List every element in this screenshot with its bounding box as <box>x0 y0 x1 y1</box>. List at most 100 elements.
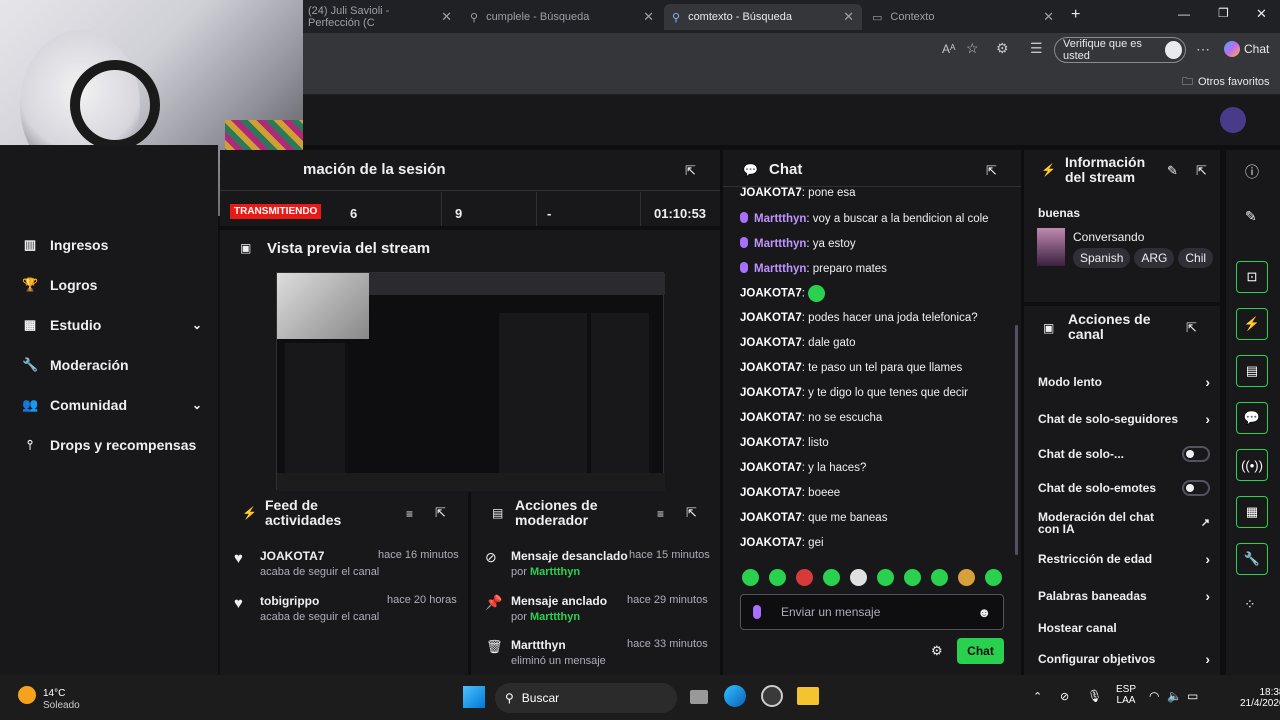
task-view-icon[interactable] <box>690 690 708 704</box>
close-icon[interactable]: ✕ <box>643 9 654 25</box>
stream-preview-video[interactable] <box>276 272 665 491</box>
minimize-icon[interactable]: — <box>1178 7 1190 21</box>
pencil-icon[interactable]: ✎ <box>1245 208 1257 225</box>
tag[interactable]: ARG <box>1134 248 1175 268</box>
more-icon[interactable]: ⋯ <box>1196 41 1210 58</box>
browser-tab-active[interactable]: ⚲ comtexto - Búsqueda ✕ <box>664 4 862 30</box>
action-subs-only[interactable]: Chat de solo-... <box>1038 445 1210 462</box>
nav-estudio[interactable]: ▦ Estudio ⌄ <box>22 315 202 335</box>
emote-icon[interactable] <box>904 569 921 586</box>
action-emotes-only[interactable]: Chat de solo-emotes <box>1038 479 1210 496</box>
lightning-icon[interactable]: ⚡ <box>1236 308 1268 340</box>
popout-icon[interactable]: ⇱ <box>686 505 697 521</box>
emote-icon[interactable] <box>796 569 813 586</box>
verify-button[interactable]: Verifique que es usted <box>1054 37 1186 63</box>
chat-username[interactable]: JOAKOTA7 <box>740 362 802 374</box>
chat-username[interactable]: JOAKOTA7 <box>740 387 802 399</box>
battery-icon[interactable]: ▭ <box>1187 689 1198 703</box>
wifi-icon[interactable]: ◠ <box>1149 689 1159 703</box>
read-aloud-icon[interactable]: Aᴬ <box>942 42 955 56</box>
notes-icon[interactable]: ▤ <box>1236 355 1268 387</box>
nav-drops[interactable]: ⫯ Drops y recompensas <box>22 435 202 455</box>
new-tab-icon[interactable]: + <box>1071 6 1080 24</box>
layout-icon[interactable]: ▦ <box>1236 496 1268 528</box>
network-off-icon[interactable]: ⊘ <box>1060 690 1069 703</box>
weather-desc[interactable]: Soleado <box>43 700 80 711</box>
favorites-icon[interactable]: ☰ <box>1030 40 1043 57</box>
chat-username[interactable]: Marttthyn <box>754 263 806 275</box>
popout-icon[interactable]: ⇱ <box>685 163 696 179</box>
nav-comunidad[interactable]: 👥 Comunidad ⌄ <box>22 395 202 415</box>
maximize-icon[interactable]: ❐ <box>1218 6 1229 20</box>
edge-icon[interactable] <box>724 685 746 707</box>
extensions-icon[interactable]: ⚙ <box>996 40 1009 57</box>
close-icon[interactable]: ✕ <box>843 9 854 25</box>
browser-tab[interactable]: (24) Juli Savioli - Perfección (C ✕ <box>300 4 460 30</box>
chat-username[interactable]: JOAKOTA7 <box>740 187 802 199</box>
broadcast-icon[interactable]: ((•)) <box>1236 449 1268 481</box>
chat-username[interactable]: JOAKOTA7 <box>740 412 802 424</box>
file-explorer-icon[interactable] <box>797 687 819 705</box>
mod-by-user[interactable]: Marttthyn <box>530 566 580 578</box>
clock[interactable]: 18:3821/4/2026 <box>1240 687 1280 709</box>
app-icon[interactable] <box>761 685 783 707</box>
chat-username[interactable]: JOAKOTA7 <box>740 512 802 524</box>
stream-category[interactable]: Conversando <box>1073 230 1144 244</box>
language-indicator[interactable]: ESP LAA <box>1116 684 1136 706</box>
action-ai-moderation[interactable]: Moderación del chat con IA ↗ <box>1038 509 1210 537</box>
chat-input[interactable]: Enviar un mensaje ☻ <box>740 594 1004 630</box>
taskbar-search[interactable]: ⚲ Buscar <box>495 683 677 713</box>
filter-icon[interactable]: ≡ <box>406 507 413 521</box>
user-avatar[interactable] <box>1220 107 1246 133</box>
chat-username[interactable]: JOAKOTA7 <box>740 337 802 349</box>
filter-icon[interactable]: ≡ <box>657 507 664 521</box>
weather-temp[interactable]: 14°C <box>43 688 65 699</box>
close-icon[interactable]: ✕ <box>441 9 452 25</box>
copilot-chat-button[interactable]: Chat <box>1224 41 1269 57</box>
nav-logros[interactable]: 🏆 Logros <box>22 275 202 295</box>
browser-tab[interactable]: ⚲ cumplele - Búsqueda ✕ <box>462 4 662 30</box>
chat-username[interactable]: JOAKOTA7 <box>740 312 802 324</box>
emote-icon[interactable] <box>877 569 894 586</box>
popout-icon[interactable]: ⇱ <box>1186 320 1197 336</box>
action-age-restriction[interactable]: Restricción de edad › <box>1038 550 1210 567</box>
wrench-icon[interactable]: 🔧 <box>1236 543 1268 575</box>
nav-ingresos[interactable]: ▥ Ingresos <box>22 235 202 255</box>
chat-username[interactable]: Marttthyn <box>754 213 806 225</box>
emote-icon[interactable] <box>985 569 1002 586</box>
close-icon[interactable]: ✕ <box>1043 9 1054 25</box>
chat-username[interactable]: JOAKOTA7 <box>740 487 802 499</box>
popout-icon[interactable]: ⇱ <box>986 163 997 179</box>
chat-username[interactable]: JOAKOTA7 <box>740 437 802 449</box>
chat-username[interactable]: JOAKOTA7 <box>740 537 802 549</box>
mic-tray-icon[interactable]: 🎙 <box>1087 689 1102 703</box>
info-icon[interactable]: ⓘ <box>1245 162 1259 182</box>
toggle-switch[interactable] <box>1182 445 1210 462</box>
action-followers-only[interactable]: Chat de solo-seguidores › <box>1038 410 1210 427</box>
chat-send-button[interactable]: Chat <box>957 638 1004 664</box>
pencil-icon[interactable]: ✎ <box>1167 163 1178 179</box>
windows-start-icon[interactable] <box>463 686 485 708</box>
action-banned-words[interactable]: Palabras baneadas › <box>1038 587 1210 604</box>
chat-icon[interactable]: 💬 <box>1236 402 1268 434</box>
settings-gear-icon[interactable]: ⚙ <box>931 643 943 659</box>
emote-icon[interactable] <box>823 569 840 586</box>
chat-username[interactable]: Marttthyn <box>754 238 806 250</box>
emote-icon[interactable] <box>769 569 786 586</box>
star-icon[interactable]: ☆ <box>966 40 979 57</box>
emote-icon[interactable] <box>931 569 948 586</box>
action-slow-mode[interactable]: Modo lento › <box>1038 373 1210 390</box>
emote-icon[interactable] <box>742 569 759 586</box>
nav-moderacion[interactable]: 🔧 Moderación <box>22 355 202 375</box>
mic-icon[interactable] <box>753 605 761 619</box>
chat-username[interactable]: JOAKOTA7 <box>740 462 802 474</box>
close-window-icon[interactable]: ✕ <box>1256 6 1267 22</box>
emote-icon[interactable] <box>958 569 975 586</box>
popout-icon[interactable]: ⇱ <box>435 505 446 521</box>
toggle-switch[interactable] <box>1182 479 1210 496</box>
browser-tab[interactable]: ▭ Contexto ✕ <box>864 4 1062 30</box>
action-host-channel[interactable]: Hostear canal <box>1038 619 1210 636</box>
mod-by-user[interactable]: Marttthyn <box>530 611 580 623</box>
chat-scrollbar[interactable] <box>1015 325 1018 555</box>
more-actions-icon[interactable]: ⁘ <box>1244 596 1256 613</box>
